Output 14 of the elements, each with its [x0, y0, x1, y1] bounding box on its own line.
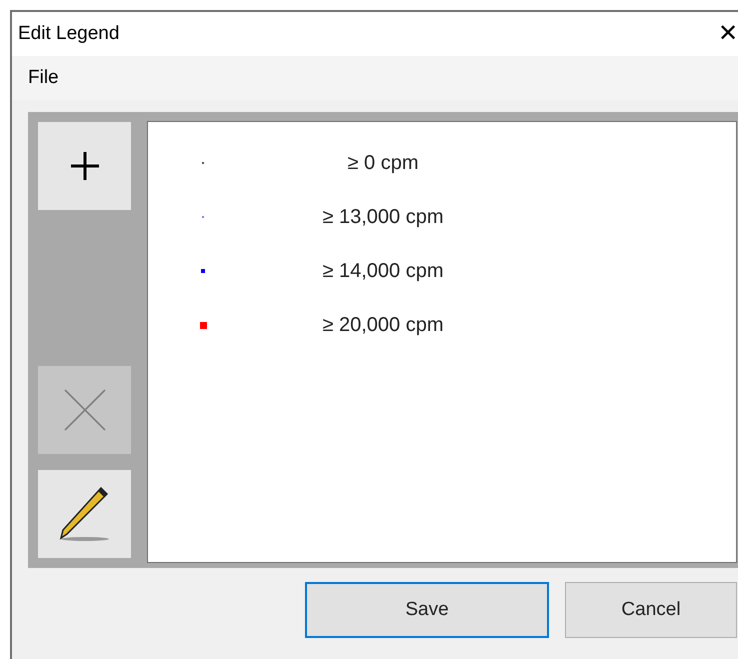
- add-button[interactable]: [38, 122, 131, 210]
- legend-label: ≥ 14,000 cpm: [321, 259, 445, 284]
- edit-button[interactable]: [38, 470, 131, 558]
- legend-list[interactable]: ≥ 0 cpm ≥ 13,000 cpm ≥ 14,000 cpm ≥ 20,000 cpm: [147, 121, 737, 563]
- cancel-button[interactable]: Cancel: [565, 582, 737, 638]
- save-button[interactable]: Save: [305, 582, 549, 638]
- menu-item[interactable]: File: [28, 64, 59, 92]
- close-button[interactable]: ✕: [718, 22, 738, 46]
- window-title: Edit Legend: [18, 22, 120, 46]
- legend-label: ≥ 0 cpm: [346, 151, 420, 176]
- plus-icon: [68, 150, 100, 182]
- legend-label: ≥ 13,000 cpm: [321, 205, 445, 230]
- legend-label: ≥ 20,000 cpm: [321, 313, 445, 338]
- close-icon: [62, 388, 106, 432]
